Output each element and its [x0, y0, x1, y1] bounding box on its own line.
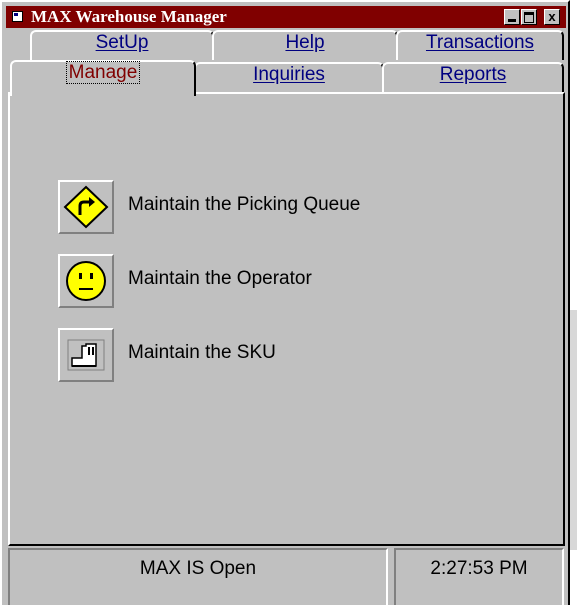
operator-button[interactable] [58, 254, 114, 308]
tab-manage-label: Manage [65, 61, 141, 84]
status-time-panel: 2:27:53 PM [394, 548, 564, 605]
maximize-button[interactable] [521, 9, 537, 25]
tab-transactions-label: Transactions [425, 32, 535, 53]
picking-queue-label: Maintain the Picking Queue [128, 194, 361, 215]
tab-help-label: Help [285, 32, 325, 53]
tab-help[interactable]: Help [212, 30, 398, 60]
tab-setup[interactable]: SetUp [30, 30, 214, 60]
tab-manage[interactable]: Manage [10, 60, 196, 96]
picking-queue-item[interactable]: Maintain the Picking Queue [58, 180, 478, 234]
tab-inquiries-label: Inquiries [253, 64, 325, 85]
sku-button[interactable] [58, 328, 114, 382]
tab-setup-label: SetUp [95, 32, 149, 53]
manage-panel: Maintain the Picking Queue Maintain the … [8, 92, 565, 546]
background-strip [570, 0, 577, 605]
title-bar[interactable]: MAX Warehouse Manager x [6, 6, 566, 28]
smiley-face-icon [66, 261, 106, 301]
sku-item[interactable]: Maintain the SKU [58, 328, 478, 382]
close-button[interactable]: x [544, 9, 560, 25]
operator-item[interactable]: Maintain the Operator [58, 254, 478, 308]
turn-sign-icon [63, 185, 109, 229]
app-menu-icon[interactable] [12, 11, 23, 22]
factory-icon [67, 339, 105, 371]
operator-label: Maintain the Operator [128, 268, 312, 289]
tab-reports[interactable]: Reports [382, 62, 564, 94]
status-message-panel: MAX IS Open [8, 548, 388, 605]
status-time: 2:27:53 PM [430, 558, 528, 579]
tab-reports-label: Reports [439, 64, 507, 85]
status-message: MAX IS Open [139, 558, 257, 579]
tab-transactions[interactable]: Transactions [396, 30, 564, 60]
tab-inquiries[interactable]: Inquiries [194, 62, 384, 94]
sku-label: Maintain the SKU [128, 342, 276, 363]
window-title: MAX Warehouse Manager [31, 7, 227, 26]
picking-queue-button[interactable] [58, 180, 114, 234]
minimize-button[interactable] [504, 9, 520, 25]
